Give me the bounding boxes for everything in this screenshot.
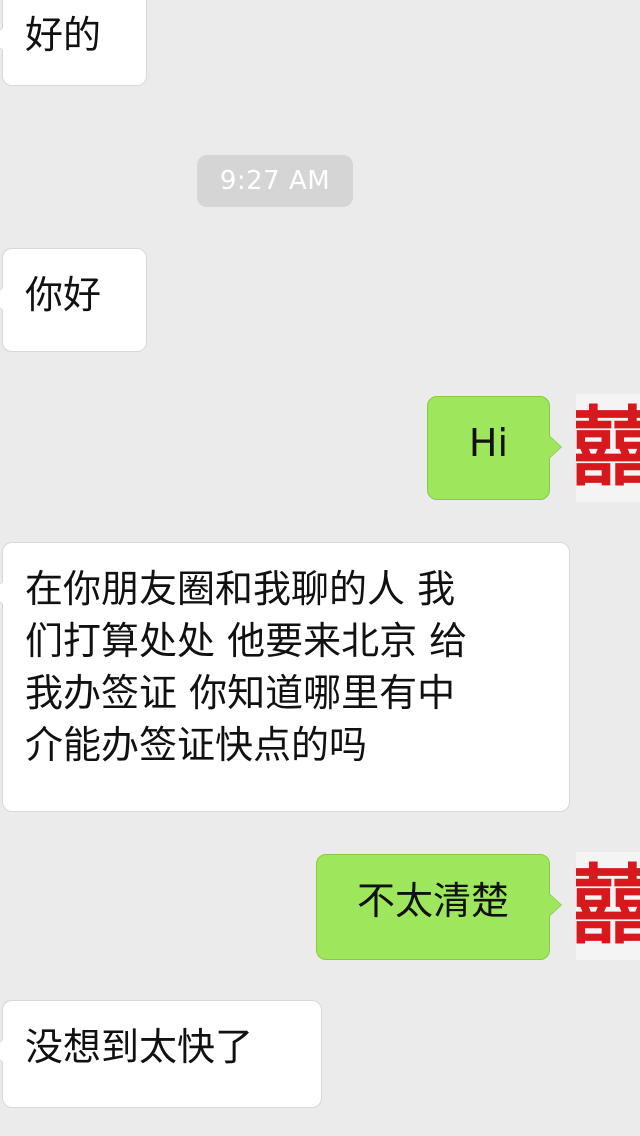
incoming-message-bubble[interactable]: 没想到太快了	[0, 1000, 322, 1108]
user-avatar[interactable]: 囍	[576, 394, 640, 502]
incoming-message-bubble[interactable]: 你好	[0, 248, 147, 352]
message-text: 不太清楚	[356, 879, 509, 923]
message-text: 在你朋友圈和我聊的人 我 们打算处处 他要来北京 给 我办签证 你知道哪里有中 …	[25, 567, 468, 767]
chat-screen: 好的 9:27 AM 你好 Hi 囍 在你朋友圈和我聊的人 我 们打算处处 他要…	[0, 0, 640, 1136]
double-happiness-icon: 囍	[576, 855, 640, 956]
time-stamp: 9:27 AM	[197, 155, 353, 207]
incoming-message-bubble[interactable]: 好的	[0, 0, 147, 86]
incoming-message-bubble[interactable]: 在你朋友圈和我聊的人 我 们打算处处 他要来北京 给 我办签证 你知道哪里有中 …	[0, 542, 570, 812]
message-text: 你好	[25, 273, 102, 317]
double-happiness-icon: 囍	[576, 397, 640, 498]
message-text: 没想到太快了	[25, 1025, 254, 1069]
outgoing-message-bubble[interactable]: Hi	[427, 396, 562, 500]
message-text: 好的	[25, 13, 102, 57]
outgoing-message-bubble[interactable]: 不太清楚	[316, 854, 562, 960]
message-text: Hi	[468, 421, 509, 465]
user-avatar[interactable]: 囍	[576, 852, 640, 960]
